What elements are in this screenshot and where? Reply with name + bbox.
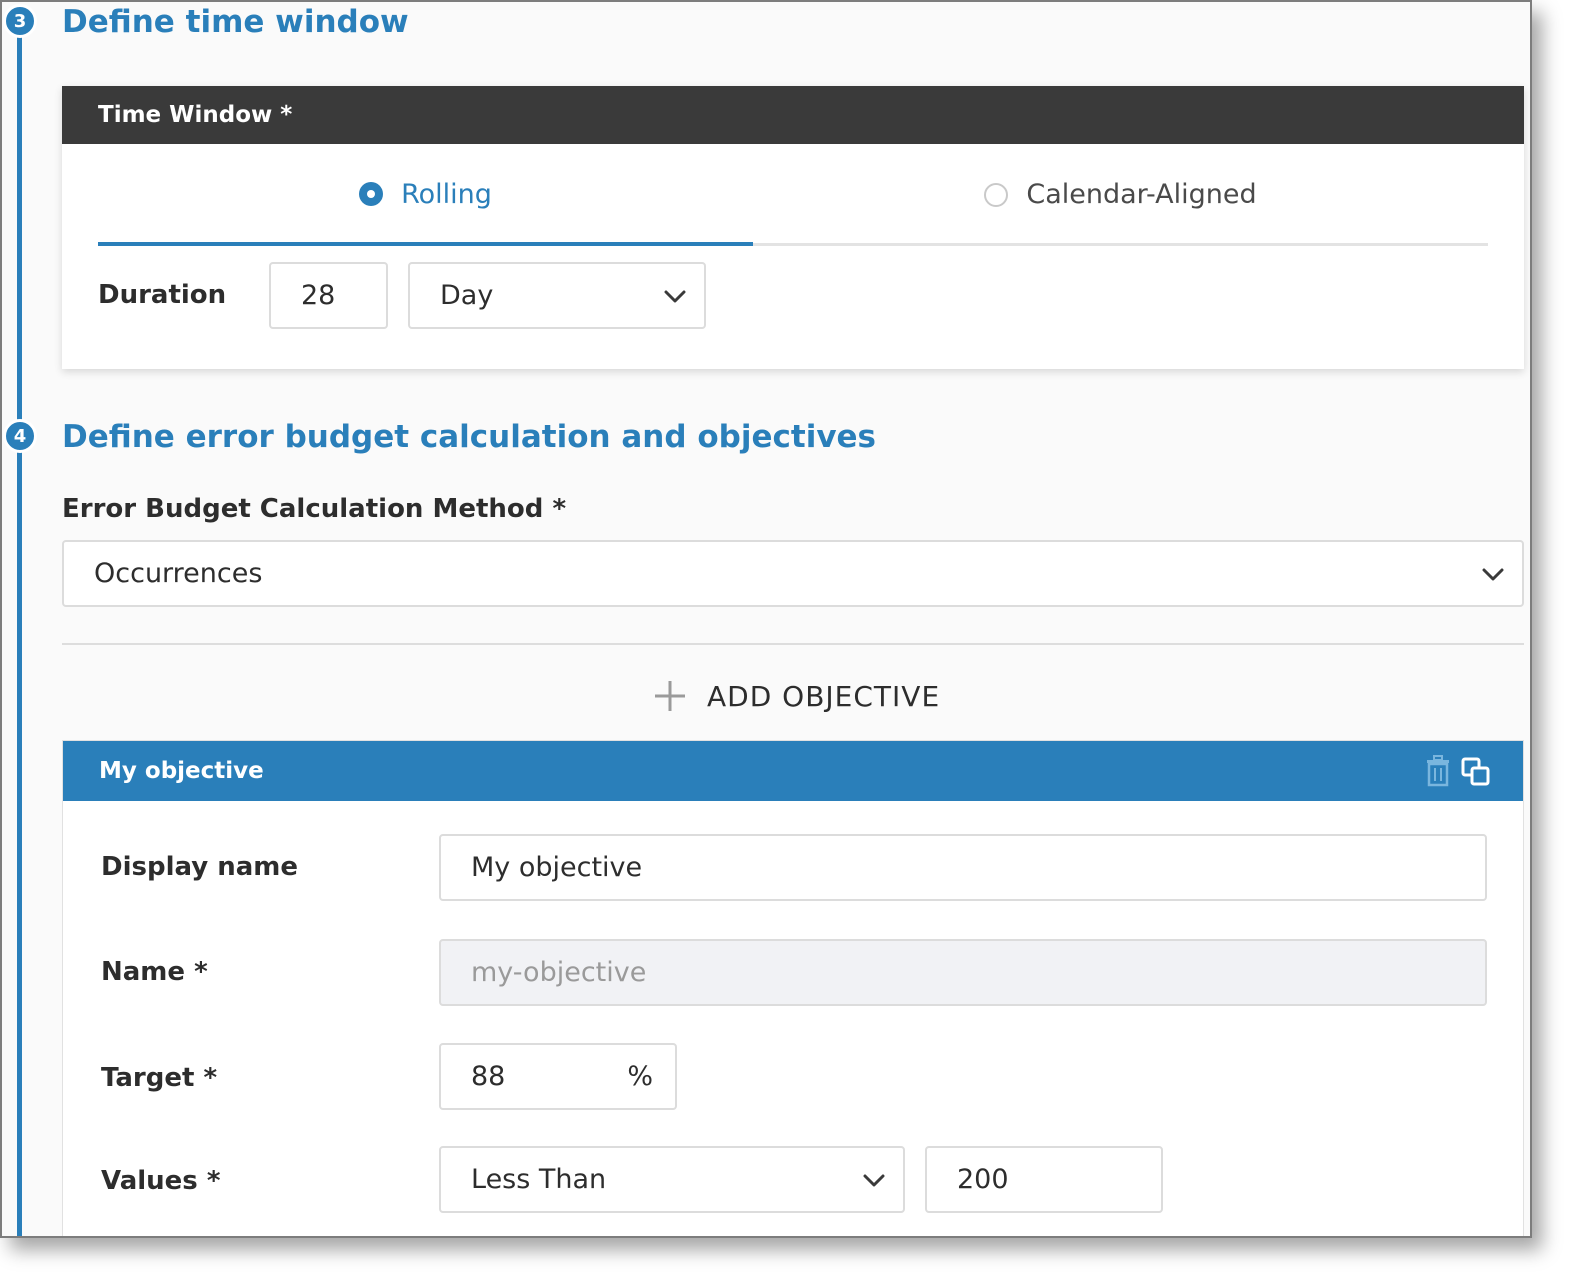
chevron-down-icon (1482, 568, 1504, 581)
chevron-down-icon (664, 290, 686, 303)
values-label: Values * (101, 1166, 221, 1196)
chevron-down-icon (863, 1174, 885, 1187)
radio-selected-icon[interactable] (359, 182, 384, 206)
tab-calendar-aligned[interactable]: Calendar-Aligned (753, 146, 1488, 246)
add-objective-button[interactable]: ADD OBJECTIVE (653, 676, 940, 716)
display-name-label: Display name (101, 852, 299, 882)
target-label: Target * (101, 1063, 218, 1093)
step-number-badge: 4 (3, 419, 37, 453)
step-connector-line (17, 22, 22, 1236)
calculation-method-label: Error Budget Calculation Method * (62, 494, 567, 524)
target-value: 88 (471, 1061, 506, 1092)
calculation-method-value: Occurrences (94, 558, 263, 589)
duration-value-input[interactable]: 28 (269, 262, 388, 329)
name-label: Name * (101, 957, 208, 987)
target-input[interactable]: 88 % (439, 1043, 677, 1110)
name-input[interactable]: my-objective (439, 939, 1487, 1006)
radio-unselected-icon[interactable] (984, 182, 1009, 207)
trash-icon[interactable] (1423, 755, 1453, 787)
tab-calendar-aligned-label: Calendar-Aligned (1026, 179, 1257, 210)
tab-rolling[interactable]: Rolling (98, 146, 753, 246)
section-title-error-budget: Define error budget calculation and obje… (62, 419, 877, 455)
values-operator-value: Less Than (471, 1164, 607, 1195)
display-name-input[interactable]: My objective (439, 834, 1487, 901)
add-objective-label: ADD OBJECTIVE (707, 679, 941, 713)
percent-suffix: % (627, 1061, 653, 1092)
time-window-card: Time Window * Rolling Calendar-Aligned D… (62, 86, 1524, 369)
section-title-time-window: Define time window (62, 4, 409, 40)
objective-header: My objective (63, 741, 1523, 801)
tab-rolling-label: Rolling (401, 178, 492, 210)
slo-wizard-panel: 3 Define time window Time Window * Rolli… (0, 0, 1532, 1238)
values-operator-select[interactable]: Less Than (439, 1146, 905, 1213)
duration-unit-value: Day (440, 280, 494, 311)
step-number-badge: 3 (3, 4, 37, 38)
clone-icon[interactable] (1461, 755, 1491, 787)
duration-unit-select[interactable]: Day (408, 262, 706, 329)
duration-label: Duration (98, 280, 227, 310)
objective-header-title: My objective (99, 758, 264, 784)
plus-icon (655, 681, 685, 711)
calculation-method-select[interactable]: Occurrences (62, 540, 1524, 607)
objective-card: My objective Display name My objective N… (62, 740, 1524, 1236)
section-divider (62, 643, 1524, 645)
time-window-header: Time Window * (62, 86, 1524, 144)
values-threshold-input[interactable]: 200 (925, 1146, 1163, 1213)
